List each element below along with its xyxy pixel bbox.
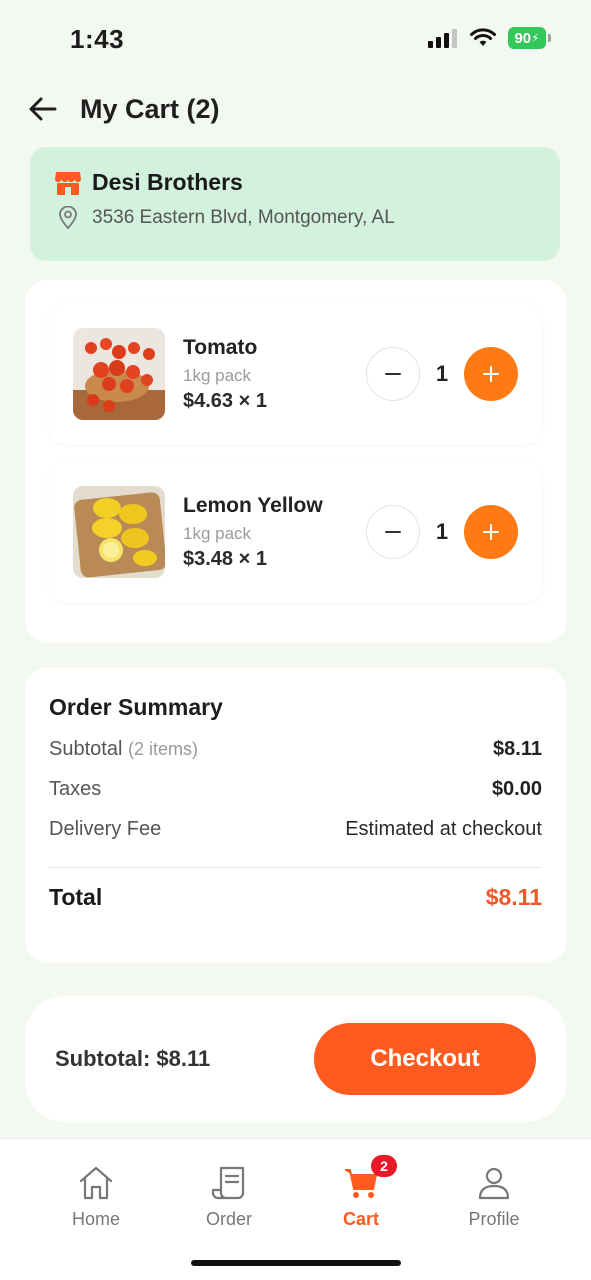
checkout-button[interactable]: Checkout [314, 1023, 536, 1095]
bottom-tab-bar: Home Order 2 Cart Profile [0, 1138, 591, 1280]
tab-home-label: Home [71, 1209, 120, 1229]
item-pack-size: 1kg pack [183, 523, 252, 543]
delivery-fee-label: Delivery Fee [49, 818, 162, 840]
cart-item: Tomato 1kg pack $4.63 × 1 1 [49, 304, 542, 444]
status-icons: 90 ⚡ [428, 27, 551, 49]
tomato-image [73, 328, 165, 420]
tab-cart[interactable]: 2 Cart [306, 1155, 416, 1230]
arrow-left-icon [29, 97, 57, 121]
item-price: $4.63 × 1 [183, 389, 267, 412]
page-title: My Cart (2) [80, 93, 220, 124]
total-label: Total [49, 884, 103, 910]
total-row: Total $8.11 [49, 884, 542, 911]
total-value: $8.11 [485, 884, 542, 910]
decrease-quantity-button[interactable] [366, 505, 420, 559]
tab-order-label: Order [205, 1209, 252, 1229]
person-icon [478, 1167, 510, 1200]
signal-icon [428, 29, 457, 48]
subtotal-label: Subtotal [49, 738, 123, 760]
header: My Cart (2) [28, 88, 563, 130]
store-name: Desi Brothers [92, 169, 243, 195]
checkout-subtotal: Subtotal: $8.11 [55, 1046, 211, 1071]
delivery-fee-value: Estimated at checkout [345, 818, 542, 840]
tab-home[interactable]: Home [41, 1163, 151, 1230]
quantity-value: 1 [435, 361, 449, 386]
item-name: Lemon Yellow [183, 493, 323, 517]
tab-cart-label: Cart [342, 1209, 379, 1229]
taxes-row: Taxes $0.00 [49, 778, 542, 801]
subtotal-value: $8.11 [493, 738, 542, 760]
battery-level: 90 ⚡ [508, 27, 546, 49]
decrease-quantity-button[interactable] [366, 347, 420, 401]
subtotal-item-count: (2 items) [127, 739, 198, 759]
item-name: Tomato [183, 335, 258, 359]
location-pin-icon [59, 206, 77, 230]
tab-order[interactable]: Order [174, 1163, 284, 1230]
plus-icon [483, 366, 499, 382]
cart-item: Lemon Yellow 1kg pack $3.48 × 1 1 [49, 462, 542, 602]
taxes-value: $0.00 [491, 778, 542, 800]
taxes-label: Taxes [49, 778, 102, 800]
plus-icon [483, 524, 499, 540]
quantity-stepper: 1 [366, 505, 518, 559]
battery-icon: 90 ⚡ [508, 27, 551, 49]
order-summary-title: Order Summary [49, 694, 223, 720]
receipt-icon [211, 1166, 245, 1200]
home-indicator [191, 1260, 401, 1266]
cart-items-card: Tomato 1kg pack $4.63 × 1 1 Lemon Yellow… [25, 280, 566, 643]
home-icon [79, 1166, 113, 1200]
increase-quantity-button[interactable] [464, 347, 518, 401]
item-pack-size: 1kg pack [183, 365, 252, 385]
back-button[interactable] [28, 94, 58, 124]
wifi-icon [470, 28, 496, 46]
summary-divider [49, 867, 542, 868]
tab-profile-label: Profile [468, 1209, 520, 1229]
quantity-stepper: 1 [366, 347, 518, 401]
quantity-value: 1 [435, 519, 449, 544]
cart-count-badge: 2 [371, 1155, 397, 1177]
delivery-fee-row: Delivery Fee Estimated at checkout [49, 818, 542, 841]
subtotal-row: Subtotal (2 items) $8.11 [49, 738, 542, 761]
store-icon [55, 171, 81, 195]
order-summary-card: Order Summary Subtotal (2 items) $8.11 T… [25, 668, 566, 963]
store-card: Desi Brothers 3536 Eastern Blvd, Montgom… [30, 147, 560, 261]
increase-quantity-button[interactable] [464, 505, 518, 559]
minus-icon [385, 373, 401, 375]
status-time: 1:43 [70, 24, 125, 54]
item-price: $3.48 × 1 [183, 547, 267, 570]
status-bar: 1:43 90 ⚡ [0, 0, 591, 80]
lemon-image [73, 486, 165, 578]
tab-profile[interactable]: Profile [439, 1163, 549, 1230]
checkout-bar: Subtotal: $8.11 Checkout [25, 996, 566, 1122]
store-address: 3536 Eastern Blvd, Montgomery, AL [92, 207, 395, 228]
minus-icon [385, 531, 401, 533]
